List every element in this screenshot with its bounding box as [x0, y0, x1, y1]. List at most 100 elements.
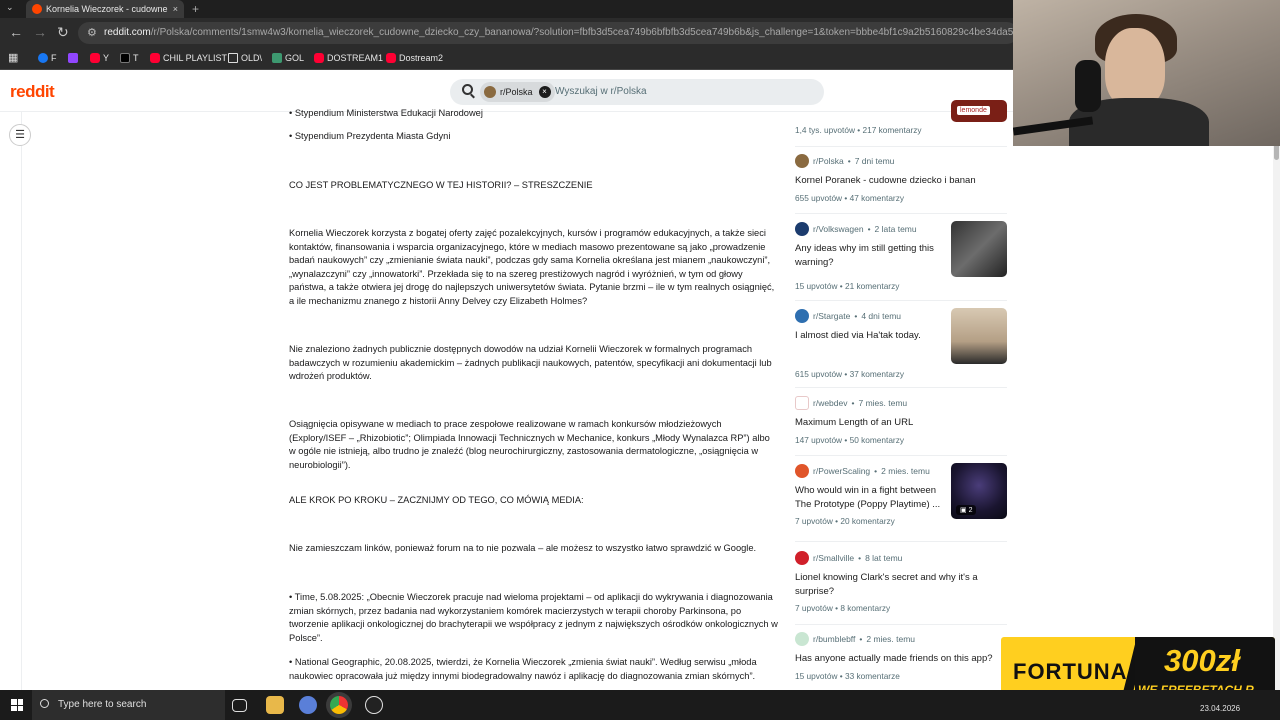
divider	[795, 541, 1007, 542]
tab-active[interactable]: Kornelia Wieczorek - cudowne ×	[26, 0, 184, 18]
post-paragraph-3: Osiągnięcia opisywane w mediach to prace…	[289, 419, 770, 470]
reddit-favicon-icon	[32, 4, 42, 14]
bookmark-twitch[interactable]	[68, 51, 78, 65]
tab-search-chevron-icon[interactable]: ⌄	[6, 2, 14, 13]
related-post[interactable]: r/Polska • 7 dni temu Kornel Poranek - cud…	[795, 154, 1007, 203]
related-post[interactable]: r/webdev • 7 mies. temu Maximum Length of …	[795, 396, 1007, 445]
windows-start-icon[interactable]	[11, 699, 23, 711]
post-heading-summary: CO JEST PROBLEMATYCZNEGO W TEJ HISTORII?…	[289, 180, 593, 190]
forward-arrow-icon[interactable]: →	[33, 24, 47, 40]
related-post[interactable]: r/PowerScaling • 2 mies. temu Who would wi…	[795, 464, 945, 526]
thumbnail-source-label: lemonde	[957, 106, 990, 115]
url-path: /r/Polska/comments/1smw4w3/kornelia_wiec…	[150, 27, 1018, 38]
bookmark-gol[interactable]: GOL	[272, 51, 304, 65]
related-post[interactable]: r/bumblebff • 2 mies. temu Has anyone actu…	[795, 632, 1007, 681]
tab-close-icon[interactable]: ×	[173, 0, 178, 18]
related-post-title[interactable]: Who would win in a fight between The Pro…	[795, 484, 945, 511]
divider	[795, 300, 1007, 301]
taskbar-search[interactable]: Type here to search	[32, 690, 225, 720]
post-line-scholarship-gdynia: • Stypendium Prezydenta Miasta Gdyni	[289, 131, 451, 141]
post-paragraph-5: • Time, 5.08.2025: „Obecnie Wieczorek pr…	[289, 592, 778, 643]
webcam-overlay	[1013, 0, 1280, 146]
gol-icon	[272, 53, 282, 63]
reddit-logo[interactable]: reddit	[10, 82, 55, 102]
related-post-title[interactable]: Any ideas why im still getting this warn…	[795, 242, 945, 269]
divider	[795, 213, 1007, 214]
post-thumbnail[interactable]: ▣ 2	[951, 463, 1007, 519]
apps-grid-icon[interactable]: ▦	[8, 51, 18, 65]
subreddit-avatar-icon	[795, 551, 809, 565]
post-thumbnail[interactable]: lemonde	[951, 100, 1007, 122]
related-post-stats: 1,4 tys. upvotów217 komentarzy	[795, 125, 1007, 135]
bookmark-folder-old[interactable]: OLD\	[228, 51, 262, 65]
related-post-title[interactable]: I almost died via Ha'tak today.	[795, 329, 945, 343]
related-post-title[interactable]: Maximum Length of an URL	[795, 416, 1007, 430]
subreddit-avatar-icon	[484, 86, 496, 98]
search-icon	[462, 84, 473, 95]
gallery-count-badge: ▣ 2	[956, 505, 977, 515]
ad-amount: 300zł	[1164, 643, 1240, 678]
task-view-icon[interactable]	[232, 699, 247, 712]
subreddit-avatar-icon	[795, 154, 809, 168]
post-paragraph-1: Kornelia Wieczorek korzysta z bogatej of…	[289, 228, 775, 306]
bookmark-y[interactable]: Y	[90, 51, 109, 65]
search-icon	[40, 699, 49, 708]
chrome-icon[interactable]	[330, 696, 348, 714]
webdev-avatar-icon	[795, 396, 809, 410]
divider	[795, 624, 1007, 625]
subreddit-search-bar[interactable]: r/Polska × Wyszukaj w r/Polska	[450, 79, 824, 105]
taskbar-search-placeholder: Type here to search	[58, 699, 147, 710]
microphone-icon	[1075, 60, 1101, 112]
clear-scope-icon[interactable]: ×	[538, 86, 551, 98]
bookmark-chil-playlist[interactable]: CHIL PLAYLIST	[150, 51, 227, 65]
twitch-icon	[68, 53, 78, 63]
youtube-icon	[150, 53, 160, 63]
related-post-title[interactable]: Kornel Poranek - cudowne dziecko i banan	[795, 174, 1007, 188]
tab-title: Kornelia Wieczorek - cudowne	[46, 4, 168, 14]
taskbar-date: 23.04.2026	[1200, 704, 1241, 713]
bookmark-dostream1[interactable]: DOSTREAM1	[314, 51, 383, 65]
subreddit-avatar-icon	[795, 309, 809, 323]
site-settings-icon[interactable]: ⚙	[87, 22, 97, 44]
back-arrow-icon[interactable]: ←	[9, 24, 23, 40]
subreddit-avatar-icon	[795, 632, 809, 646]
bookmark-t[interactable]: T	[120, 51, 139, 65]
youtube-icon	[90, 53, 100, 63]
divider	[795, 387, 1007, 388]
subreddit-avatar-icon	[795, 464, 809, 478]
bookmark-f[interactable]: F	[38, 51, 57, 65]
obs-icon[interactable]	[365, 696, 383, 714]
post-paragraph-4: Nie zamieszczam linków, ponieważ forum n…	[289, 543, 757, 553]
x-icon	[120, 53, 130, 63]
post-paragraph-2: Nie znaleziono żadnych publicznie dostęp…	[289, 344, 772, 381]
post-line-scholarship-men: • Stypendium Ministerstwa Edukacji Narod…	[289, 108, 483, 118]
search-placeholder[interactable]: Wyszukaj w r/Polska	[555, 79, 647, 105]
bookmark-dostream2[interactable]: Dostream2	[386, 51, 443, 65]
new-tab-icon[interactable]: +	[192, 0, 199, 18]
related-post[interactable]: r/Smallville • 8 lat temu Lionel knowing C…	[795, 551, 1007, 613]
app-icon[interactable]	[299, 696, 317, 714]
post-thumbnail[interactable]	[951, 308, 1007, 364]
file-explorer-icon[interactable]	[266, 696, 284, 714]
youtube-icon	[314, 53, 324, 63]
youtube-icon	[386, 53, 396, 63]
facebook-icon	[38, 53, 48, 63]
page-scrollbar[interactable]	[1273, 112, 1280, 692]
related-post[interactable]: r/Stargate • 4 dni temu I almost died via …	[795, 309, 945, 379]
related-post-title[interactable]: Lionel knowing Clark's secret and why it…	[795, 571, 1007, 598]
url-omnibox[interactable]: ⚙ reddit.com/r/Polska/comments/1smw4w3/k…	[78, 22, 1018, 44]
post-heading-media: ALE KROK PO KROKU – ZACZNIJMY OD TEGO, C…	[289, 495, 584, 505]
related-post[interactable]: r/Volkswagen • 2 lata temu Any ideas why i…	[795, 222, 945, 291]
volkswagen-logo-icon	[795, 222, 809, 236]
post-paragraph-6: • National Geographic, 20.08.2025, twier…	[289, 657, 757, 681]
post-thumbnail[interactable]	[951, 221, 1007, 277]
divider	[795, 146, 1007, 147]
ad-brand: FORTUNA	[1013, 659, 1128, 684]
related-post-title[interactable]: Has anyone actually made friends on this…	[795, 652, 1007, 666]
reload-icon[interactable]: ↻	[57, 24, 69, 41]
search-scope-chip[interactable]: r/Polska ×	[480, 82, 555, 102]
left-nav-rail	[0, 112, 22, 690]
hamburger-menu-icon[interactable]: ☰	[9, 124, 31, 146]
divider	[795, 455, 1007, 456]
search-scope-label: r/Polska	[500, 87, 533, 97]
